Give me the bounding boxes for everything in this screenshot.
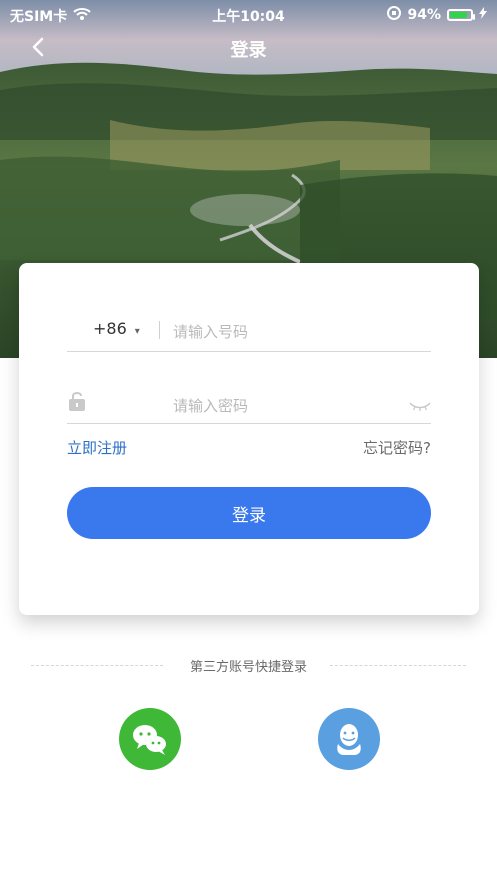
country-code-selector[interactable]: +86 ▾ bbox=[93, 319, 140, 338]
login-button[interactable]: 登录 bbox=[67, 487, 431, 539]
divider-right bbox=[330, 665, 466, 666]
qq-login-button[interactable] bbox=[318, 708, 380, 770]
wechat-login-button[interactable] bbox=[119, 708, 181, 770]
battery-percentage: 94% bbox=[407, 7, 441, 23]
country-code-label: +86 bbox=[93, 319, 127, 338]
lock-icon bbox=[67, 389, 87, 413]
login-screen: 无SIM卡 上午10:04 94% 登录 +86 ▾ 请输入号码 立即注册 忘记… bbox=[0, 0, 497, 883]
password-row bbox=[67, 383, 431, 424]
register-link[interactable]: 立即注册 bbox=[67, 437, 127, 458]
qq-icon bbox=[337, 724, 361, 755]
charging-icon bbox=[479, 7, 487, 23]
navigation-bar: 登录 bbox=[0, 30, 497, 64]
login-card: +86 ▾ 请输入号码 立即注册 忘记密码? 登录 bbox=[19, 263, 479, 615]
orientation-lock-icon bbox=[387, 6, 402, 24]
eye-closed-icon[interactable] bbox=[409, 397, 431, 411]
status-bar: 无SIM卡 上午10:04 94% bbox=[0, 0, 497, 30]
password-input[interactable] bbox=[171, 393, 395, 419]
forgot-password-link[interactable]: 忘记密码? bbox=[363, 437, 431, 458]
page-title: 登录 bbox=[230, 40, 267, 61]
wechat-icon bbox=[133, 725, 166, 755]
phone-row: +86 ▾ bbox=[67, 311, 431, 352]
caret-down-icon: ▾ bbox=[134, 326, 140, 337]
phone-input[interactable] bbox=[171, 319, 425, 345]
battery-icon bbox=[447, 9, 475, 21]
battery-fill bbox=[450, 12, 467, 18]
form-links: 立即注册 忘记密码? bbox=[67, 437, 431, 461]
third-party-divider: 第三方账号快捷登录 bbox=[0, 652, 497, 680]
status-right: 94% bbox=[387, 6, 487, 24]
divider bbox=[159, 321, 160, 339]
